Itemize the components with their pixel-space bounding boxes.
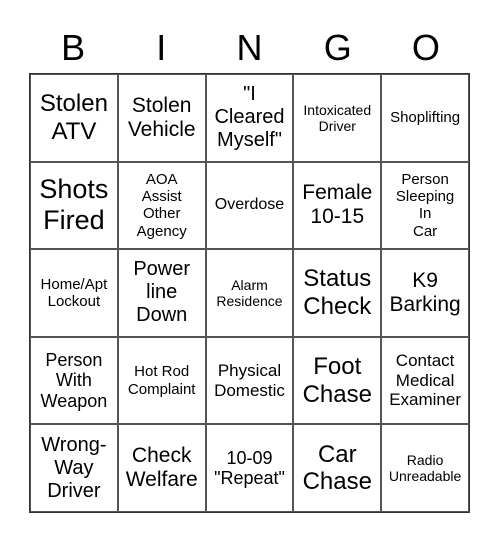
bingo-cell[interactable]: Radio Unreadable: [381, 424, 469, 512]
bingo-cell[interactable]: Shoplifting: [381, 74, 469, 162]
bingo-cell[interactable]: Home/Apt Lockout: [30, 249, 118, 337]
bingo-cell[interactable]: K9 Barking: [381, 249, 469, 337]
bingo-cell[interactable]: 10-09 "Repeat": [205, 424, 294, 512]
bingo-header: B I N G O: [29, 26, 470, 70]
bingo-cell[interactable]: Shots Fired: [30, 161, 118, 250]
bingo-cell[interactable]: Hot Rod Complaint: [117, 336, 206, 425]
bingo-cell[interactable]: Alarm Residence: [205, 249, 294, 337]
bingo-cell[interactable]: Physical Domestic: [205, 336, 294, 425]
bingo-cell[interactable]: Foot Chase: [293, 336, 382, 425]
header-letter-o: O: [411, 27, 440, 68]
bingo-cell[interactable]: Check Welfare: [117, 424, 206, 512]
header-letter-i: I: [156, 27, 167, 68]
bingo-grid: Stolen ATV Stolen Vehicle "I Cleared Mysel…: [29, 73, 470, 513]
bingo-cell[interactable]: Contact Medical Examiner: [381, 336, 469, 425]
bingo-cell[interactable]: AOA Assist Other Agency: [117, 161, 206, 250]
bingo-cell[interactable]: Power line Down: [117, 249, 206, 337]
bingo-cell[interactable]: Intoxicated Driver: [293, 74, 382, 162]
bingo-cell[interactable]: Overdose: [205, 161, 294, 250]
header-letter-g: G: [323, 27, 352, 68]
bingo-cell[interactable]: Person Sleeping In Car: [381, 161, 469, 250]
bingo-cell[interactable]: Wrong- Way Driver: [30, 424, 118, 512]
bingo-cell[interactable]: Person With Weapon: [30, 336, 118, 425]
bingo-cell[interactable]: Stolen ATV: [30, 74, 118, 162]
header-letter-n: N: [236, 27, 263, 68]
bingo-cell[interactable]: Car Chase: [293, 424, 382, 512]
header-letter-b: B: [61, 27, 86, 68]
bingo-cell[interactable]: "I Cleared Myself": [205, 74, 294, 162]
bingo-cell[interactable]: Stolen Vehicle: [117, 74, 206, 162]
bingo-cell[interactable]: Female 10-15: [293, 161, 382, 250]
bingo-cell[interactable]: Status Check: [293, 249, 382, 337]
